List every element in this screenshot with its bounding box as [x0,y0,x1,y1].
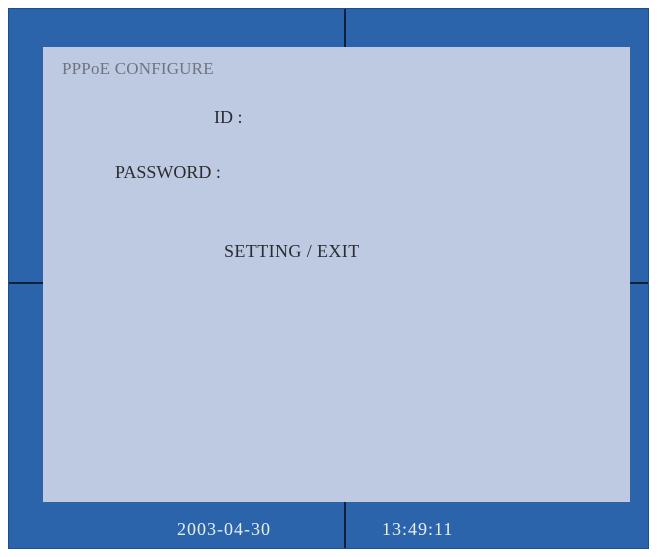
menu-title: PPPoE CONFIGURE [62,59,214,78]
screen: PPPoE CONFIGURE ID : PASSWORD : SETTING … [0,0,658,557]
action-row: SETTING / EXIT [224,241,360,262]
setting-button[interactable]: SETTING [224,241,302,261]
password-field[interactable] [268,160,498,184]
pppoe-config-panel: PPPoE CONFIGURE ID : PASSWORD : SETTING … [43,47,630,502]
status-date: 2003-04-30 [177,519,271,539]
status-bar: 2003-04-30 13:49:11 [9,509,648,548]
exit-button[interactable]: EXIT [317,241,360,261]
status-time: 13:49:11 [382,519,454,539]
id-label: ID : [214,107,243,127]
dvr-monitor-display: PPPoE CONFIGURE ID : PASSWORD : SETTING … [8,8,649,549]
id-field[interactable] [268,105,498,129]
action-separator: / [306,241,313,261]
password-label: PASSWORD : [115,162,221,182]
